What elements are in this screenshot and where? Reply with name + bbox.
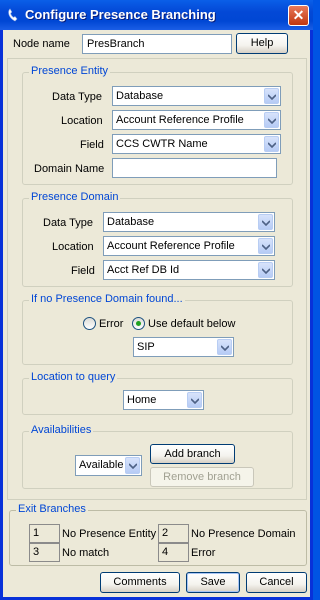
- chevron-down-icon[interactable]: [187, 392, 202, 408]
- node-name-field[interactable]: PresBranch: [82, 34, 232, 54]
- domain-field-select[interactable]: Acct Ref DB Id: [103, 260, 275, 280]
- cancel-button[interactable]: Cancel: [246, 572, 307, 593]
- no-domain-title: If no Presence Domain found...: [29, 293, 185, 305]
- entity-field-select[interactable]: CCS CWTR Name: [112, 134, 281, 154]
- exit-branch-number: 1: [29, 524, 60, 543]
- domain-location-label: Location: [52, 241, 94, 253]
- domain-name-label: Domain Name: [34, 163, 105, 175]
- window-title: Configure Presence Branching: [25, 7, 216, 22]
- dialog-window: Configure Presence Branching ✕ Node name…: [0, 0, 313, 600]
- exit-branches-title: Exit Branches: [16, 503, 88, 515]
- node-name-label: Node name: [13, 38, 70, 50]
- remove-branch-button[interactable]: Remove branch: [150, 467, 254, 487]
- use-default-radio-label[interactable]: Use default below: [148, 318, 235, 330]
- chevron-down-icon[interactable]: [264, 88, 279, 104]
- error-radio[interactable]: [83, 317, 96, 330]
- chevron-down-icon[interactable]: [264, 136, 279, 152]
- save-button[interactable]: Save: [186, 572, 240, 593]
- presence-entity-title: Presence Entity: [29, 65, 111, 77]
- entity-field-label: Field: [80, 139, 104, 151]
- chevron-down-icon[interactable]: [217, 339, 232, 355]
- exit-branch-number: 2: [158, 524, 189, 543]
- chevron-down-icon[interactable]: [264, 112, 279, 128]
- exit-branch-number: 4: [158, 543, 189, 562]
- chevron-down-icon[interactable]: [258, 214, 273, 230]
- entity-data-type-select[interactable]: Database: [112, 86, 281, 106]
- exit-branch-label: No Presence Domain: [191, 528, 296, 540]
- exit-branch-label: Error: [191, 547, 216, 559]
- chevron-down-icon[interactable]: [125, 457, 140, 474]
- presence-domain-title: Presence Domain: [29, 191, 121, 203]
- availability-select[interactable]: Available: [75, 455, 142, 476]
- add-branch-button[interactable]: Add branch: [150, 444, 235, 464]
- chevron-down-icon[interactable]: [258, 238, 273, 254]
- domain-name-field[interactable]: [112, 158, 277, 178]
- entity-data-type-label: Data Type: [52, 91, 102, 103]
- entity-location-select[interactable]: Account Reference Profile: [112, 110, 281, 130]
- domain-data-type-select[interactable]: Database: [103, 212, 275, 232]
- exit-branch-label: No Presence Entity: [62, 528, 157, 540]
- use-default-radio[interactable]: [132, 317, 145, 330]
- availabilities-title: Availabilities: [29, 424, 94, 436]
- exit-branch-label: No match: [62, 547, 110, 559]
- location-query-title: Location to query: [29, 371, 118, 383]
- exit-branch-number: 3: [29, 543, 60, 562]
- help-button[interactable]: Help: [236, 33, 288, 54]
- title-bar[interactable]: Configure Presence Branching ✕: [0, 0, 313, 30]
- comments-button[interactable]: Comments: [100, 572, 180, 593]
- domain-data-type-label: Data Type: [43, 217, 93, 229]
- domain-location-select[interactable]: Account Reference Profile: [103, 236, 275, 256]
- domain-field-label: Field: [71, 265, 95, 277]
- location-query-select[interactable]: Home: [123, 390, 204, 410]
- close-button[interactable]: ✕: [288, 5, 309, 26]
- default-protocol-select[interactable]: SIP: [133, 337, 234, 357]
- chevron-down-icon[interactable]: [258, 262, 273, 278]
- phone-icon: [6, 7, 22, 23]
- error-radio-label[interactable]: Error: [99, 318, 123, 330]
- entity-location-label: Location: [61, 115, 103, 127]
